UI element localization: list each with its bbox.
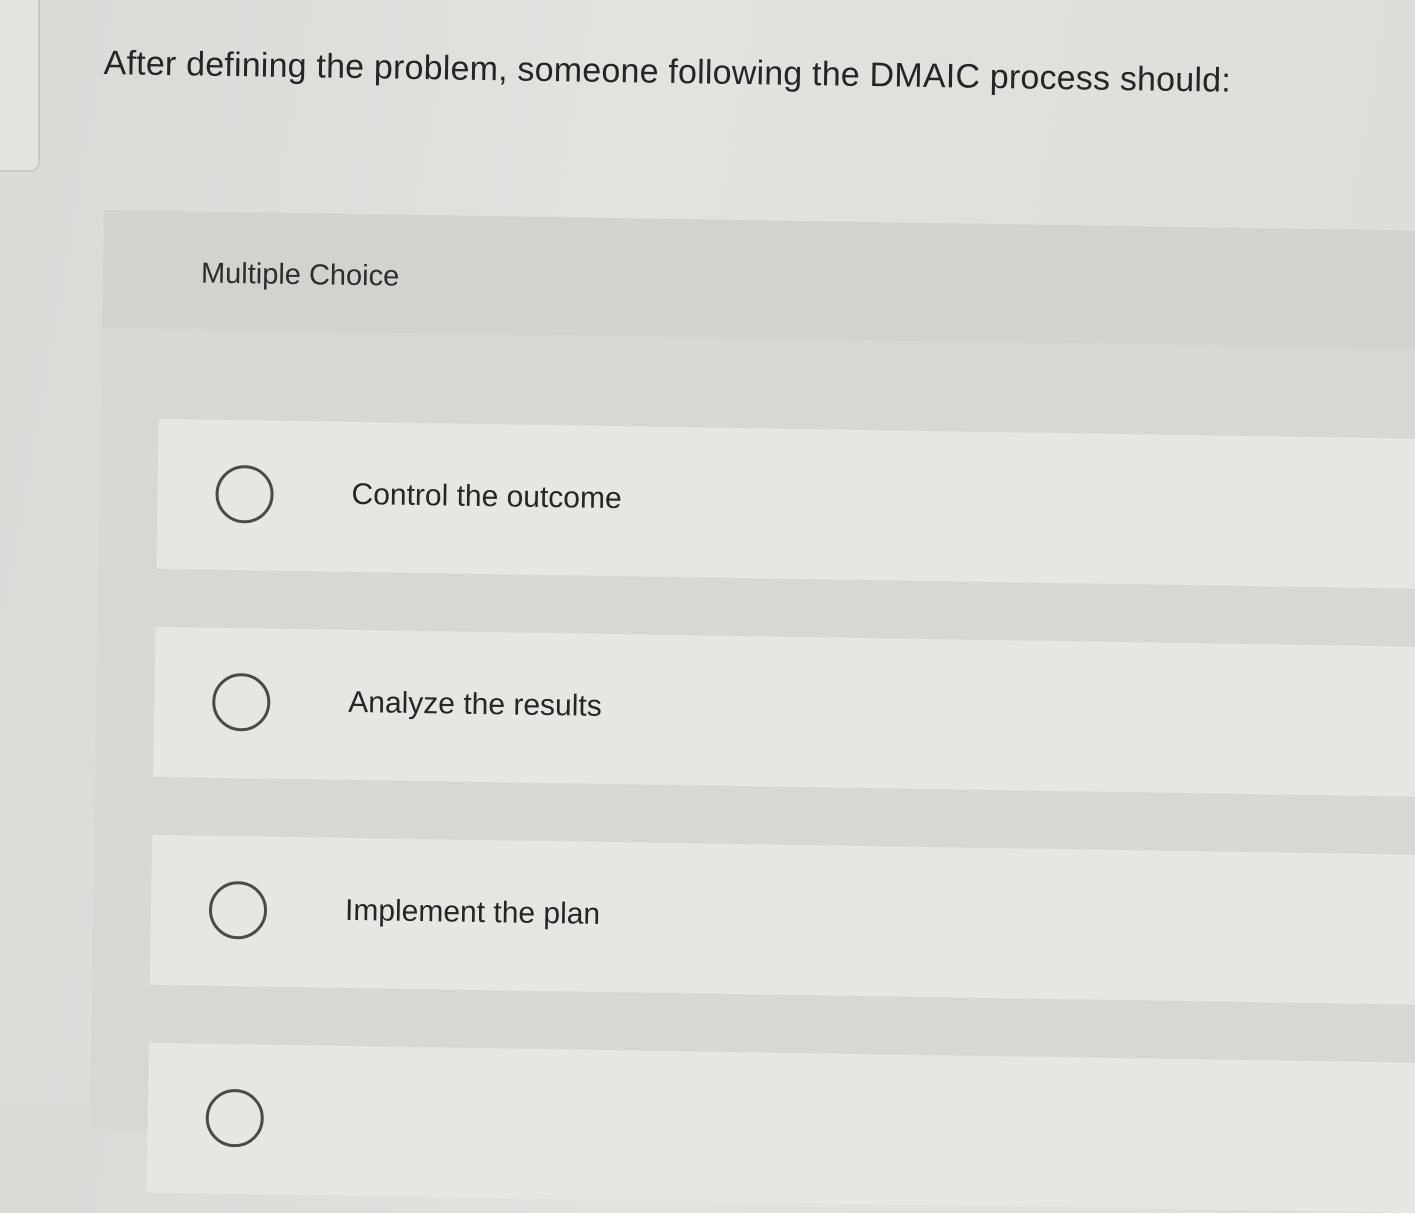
left-edge-panel — [0, 0, 40, 172]
answer-option-label: Implement the plan — [344, 893, 601, 931]
radio-button-icon[interactable] — [205, 1088, 265, 1148]
answer-option-label: Control the outcome — [351, 477, 622, 516]
answer-option-4[interactable] — [146, 1042, 1415, 1213]
radio-button-icon[interactable] — [211, 672, 271, 732]
radio-button-icon[interactable] — [208, 880, 268, 940]
answer-option-label: Analyze the results — [348, 685, 602, 723]
answer-option-1[interactable]: Control the outcome — [156, 418, 1415, 589]
question-text: After defining the problem, someone foll… — [103, 44, 1232, 100]
answer-option-3[interactable]: Implement the plan — [149, 834, 1415, 1005]
answer-option-2[interactable]: Analyze the results — [153, 626, 1415, 797]
multiple-choice-label: Multiple Choice — [200, 257, 400, 293]
radio-button-icon[interactable] — [215, 464, 275, 524]
multiple-choice-panel: Multiple Choice Control the outcome Anal… — [89, 210, 1415, 1213]
multiple-choice-header: Multiple Choice — [102, 210, 1415, 349]
